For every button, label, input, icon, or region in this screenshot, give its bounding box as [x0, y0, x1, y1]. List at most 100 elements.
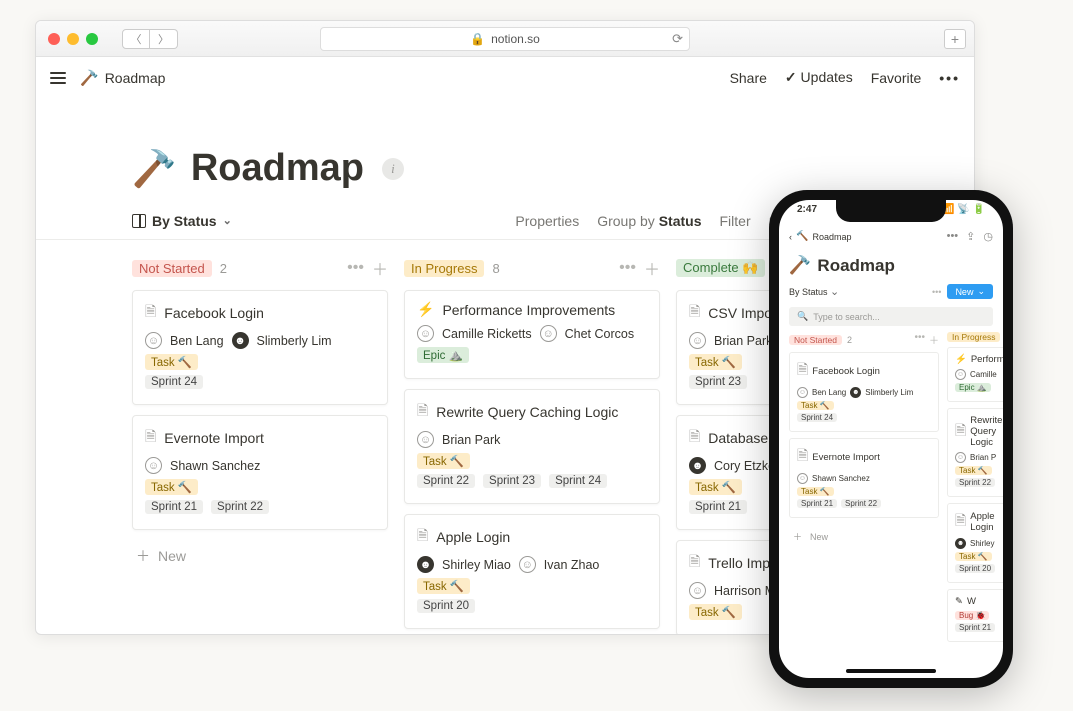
chevron-left-icon[interactable]: ‹	[789, 232, 792, 242]
phone-new-button[interactable]: New ⌄	[947, 284, 993, 299]
card-title: Performance Improvements	[442, 302, 615, 318]
status-pill[interactable]: In Progress	[404, 260, 484, 277]
type-tag: Task 🔨	[689, 354, 742, 370]
status-pill[interactable]: In Progress	[947, 332, 1000, 342]
card-title: Facebook Login	[164, 305, 264, 321]
phone-signal-icons: 📶 📡 🔋	[942, 204, 985, 215]
person-name: Shirley Miao	[442, 558, 511, 572]
phone-new-card-button[interactable]: ＋New	[789, 524, 939, 549]
phone-time: 2:47	[797, 204, 817, 215]
status-pill[interactable]: Complete 🙌	[676, 259, 765, 277]
lock-icon: 🔒	[470, 32, 485, 46]
board-card[interactable]: 🗎Apple Login☻Shirley Miao☺Ivan ZhaoTask …	[404, 514, 660, 629]
phone-card[interactable]: ✎WBug 🐞Sprint 21	[947, 589, 1003, 642]
person-name: Harrison M	[714, 584, 775, 598]
phone-search-input[interactable]: 🔍 Type to search...	[789, 307, 993, 326]
page-title[interactable]: Roadmap	[191, 147, 364, 190]
clock-icon[interactable]: ◷	[983, 230, 993, 243]
avatar: ☺	[689, 332, 706, 349]
lightning-icon: ⚡	[955, 354, 967, 365]
phone-notch	[836, 200, 946, 222]
board-column: In Progress 8 •••＋⚡Performance Improveme…	[404, 256, 660, 635]
phone-view-selector[interactable]: By Status ⌄	[789, 285, 839, 298]
close-window-icon[interactable]	[48, 33, 60, 45]
add-card-icon[interactable]: ＋	[929, 332, 939, 347]
person-name: Brian P	[970, 453, 996, 462]
minimize-window-icon[interactable]	[67, 33, 79, 45]
home-indicator[interactable]	[846, 669, 936, 673]
card-title: Database	[708, 430, 768, 446]
person-name: Brian Park	[442, 433, 500, 447]
breadcrumb[interactable]: Roadmap	[105, 70, 166, 86]
phone-card[interactable]: ⚡Performance☺CamilleEpic ⛰️	[947, 347, 1003, 402]
share-icon[interactable]: ⇪	[966, 230, 975, 243]
status-pill[interactable]: Not Started	[789, 335, 842, 345]
add-card-icon[interactable]: ＋	[644, 256, 660, 280]
new-tab-button[interactable]: +	[944, 29, 966, 49]
phone-crumb-text[interactable]: Roadmap	[812, 232, 851, 242]
phone-mockup: 2:47 📶 📡 🔋 ‹ 🔨 Roadmap ••• ⇪ ◷ 🔨 Roadmap…	[769, 190, 1013, 688]
sprint-tag: Sprint 22	[841, 499, 881, 508]
phone-card[interactable]: 🗎Facebook Login☺Ben Lang☻Slimberly LimTa…	[789, 352, 939, 432]
more-menu-icon[interactable]: •••	[947, 230, 959, 243]
board-icon	[132, 214, 146, 228]
type-tag: Task 🔨	[955, 552, 992, 561]
page-icon: 🗎	[689, 426, 700, 450]
url-bar[interactable]: 🔒 notion.so ⟳	[320, 27, 690, 51]
add-card-icon[interactable]: ＋	[372, 256, 388, 280]
card-title: Evernote Import	[812, 452, 880, 463]
board-card[interactable]: 🗎Rewrite Query Caching Logic☺Brian ParkT…	[404, 389, 660, 504]
share-button[interactable]: Share	[730, 70, 767, 86]
phone-title-text[interactable]: Roadmap	[817, 256, 894, 276]
sprint-tag: Sprint 20	[955, 564, 995, 573]
more-menu-icon[interactable]: •••	[347, 259, 364, 277]
column-count: 2	[847, 335, 852, 345]
new-card-button[interactable]: ＋New	[132, 540, 388, 572]
avatar: ☺	[689, 582, 706, 599]
phone-card[interactable]: 🗎Rewrite Query Logic☺Brian PTask 🔨Sprint…	[947, 408, 1003, 497]
card-title: Apple Login	[436, 529, 510, 545]
card-title: Rewrite Query Caching Logic	[436, 404, 618, 420]
forward-button[interactable]: 〉	[150, 29, 178, 49]
phone-card[interactable]: 🗎Evernote Import☺Shawn SanchezTask 🔨Spri…	[789, 438, 939, 518]
status-pill[interactable]: Not Started	[132, 260, 212, 277]
avatar: ☻	[232, 332, 249, 349]
person-name: Shawn Sanchez	[812, 474, 870, 483]
notion-header: 🔨 Roadmap Share ✓ Updates Favorite •••	[36, 57, 974, 99]
browser-chrome: 〈 〉 🔒 notion.so ⟳ +	[36, 21, 974, 57]
properties-button[interactable]: Properties	[515, 213, 579, 229]
filter-button[interactable]: Filter	[720, 213, 751, 229]
board-column: Not Started 2 •••＋🗎Facebook Login☺Ben La…	[132, 256, 388, 635]
phone-search-placeholder: Type to search...	[813, 312, 880, 322]
refresh-icon[interactable]: ⟳	[672, 31, 683, 47]
column-header: Not Started 2 •••＋	[132, 256, 388, 280]
board-card[interactable]: ⚡Performance Improvements☺Camille Ricket…	[404, 290, 660, 379]
board-card[interactable]: 🗎Facebook Login☺Ben Lang☻Slimberly LimTa…	[132, 290, 388, 405]
phone-card[interactable]: 🗎Apple Login☻ShirleyTask 🔨Sprint 20	[947, 503, 1003, 583]
card-title: Apple Login	[970, 511, 999, 533]
type-tag: Task 🔨	[955, 466, 992, 475]
more-menu-icon[interactable]: •••	[619, 259, 636, 277]
view-selector[interactable]: By Status ⌄	[132, 213, 232, 229]
info-icon[interactable]: i	[382, 158, 404, 180]
phone-column-header: In Progress	[947, 332, 1003, 342]
avatar: ☻	[955, 538, 966, 549]
traffic-lights	[48, 33, 98, 45]
sidebar-toggle-icon[interactable]	[50, 72, 66, 84]
back-button[interactable]: 〈	[122, 29, 150, 49]
sprint-tag: Sprint 22	[955, 478, 995, 487]
favorite-button[interactable]: Favorite	[871, 70, 922, 86]
more-menu-icon[interactable]: •••	[939, 70, 960, 86]
board-card[interactable]: 🗎Evernote Import☺Shawn SanchezTask 🔨Spri…	[132, 415, 388, 530]
page-icon-hammer[interactable]: 🔨	[132, 148, 177, 190]
more-menu-icon[interactable]: •••	[914, 332, 925, 347]
phone-column: Not Started 2 ••• ＋ 🗎Facebook Login☺Ben L…	[789, 332, 939, 648]
sprint-tag: Sprint 23	[689, 375, 747, 389]
phone-board: Not Started 2 ••• ＋ 🗎Facebook Login☺Ben L…	[779, 332, 1003, 648]
maximize-window-icon[interactable]	[86, 33, 98, 45]
group-by-button[interactable]: Group by Status	[597, 213, 701, 229]
more-menu-icon[interactable]: •••	[932, 287, 941, 297]
page-icon: 🗎	[417, 400, 428, 424]
updates-button[interactable]: ✓ Updates	[785, 69, 853, 86]
column-header: In Progress 8 •••＋	[404, 256, 660, 280]
